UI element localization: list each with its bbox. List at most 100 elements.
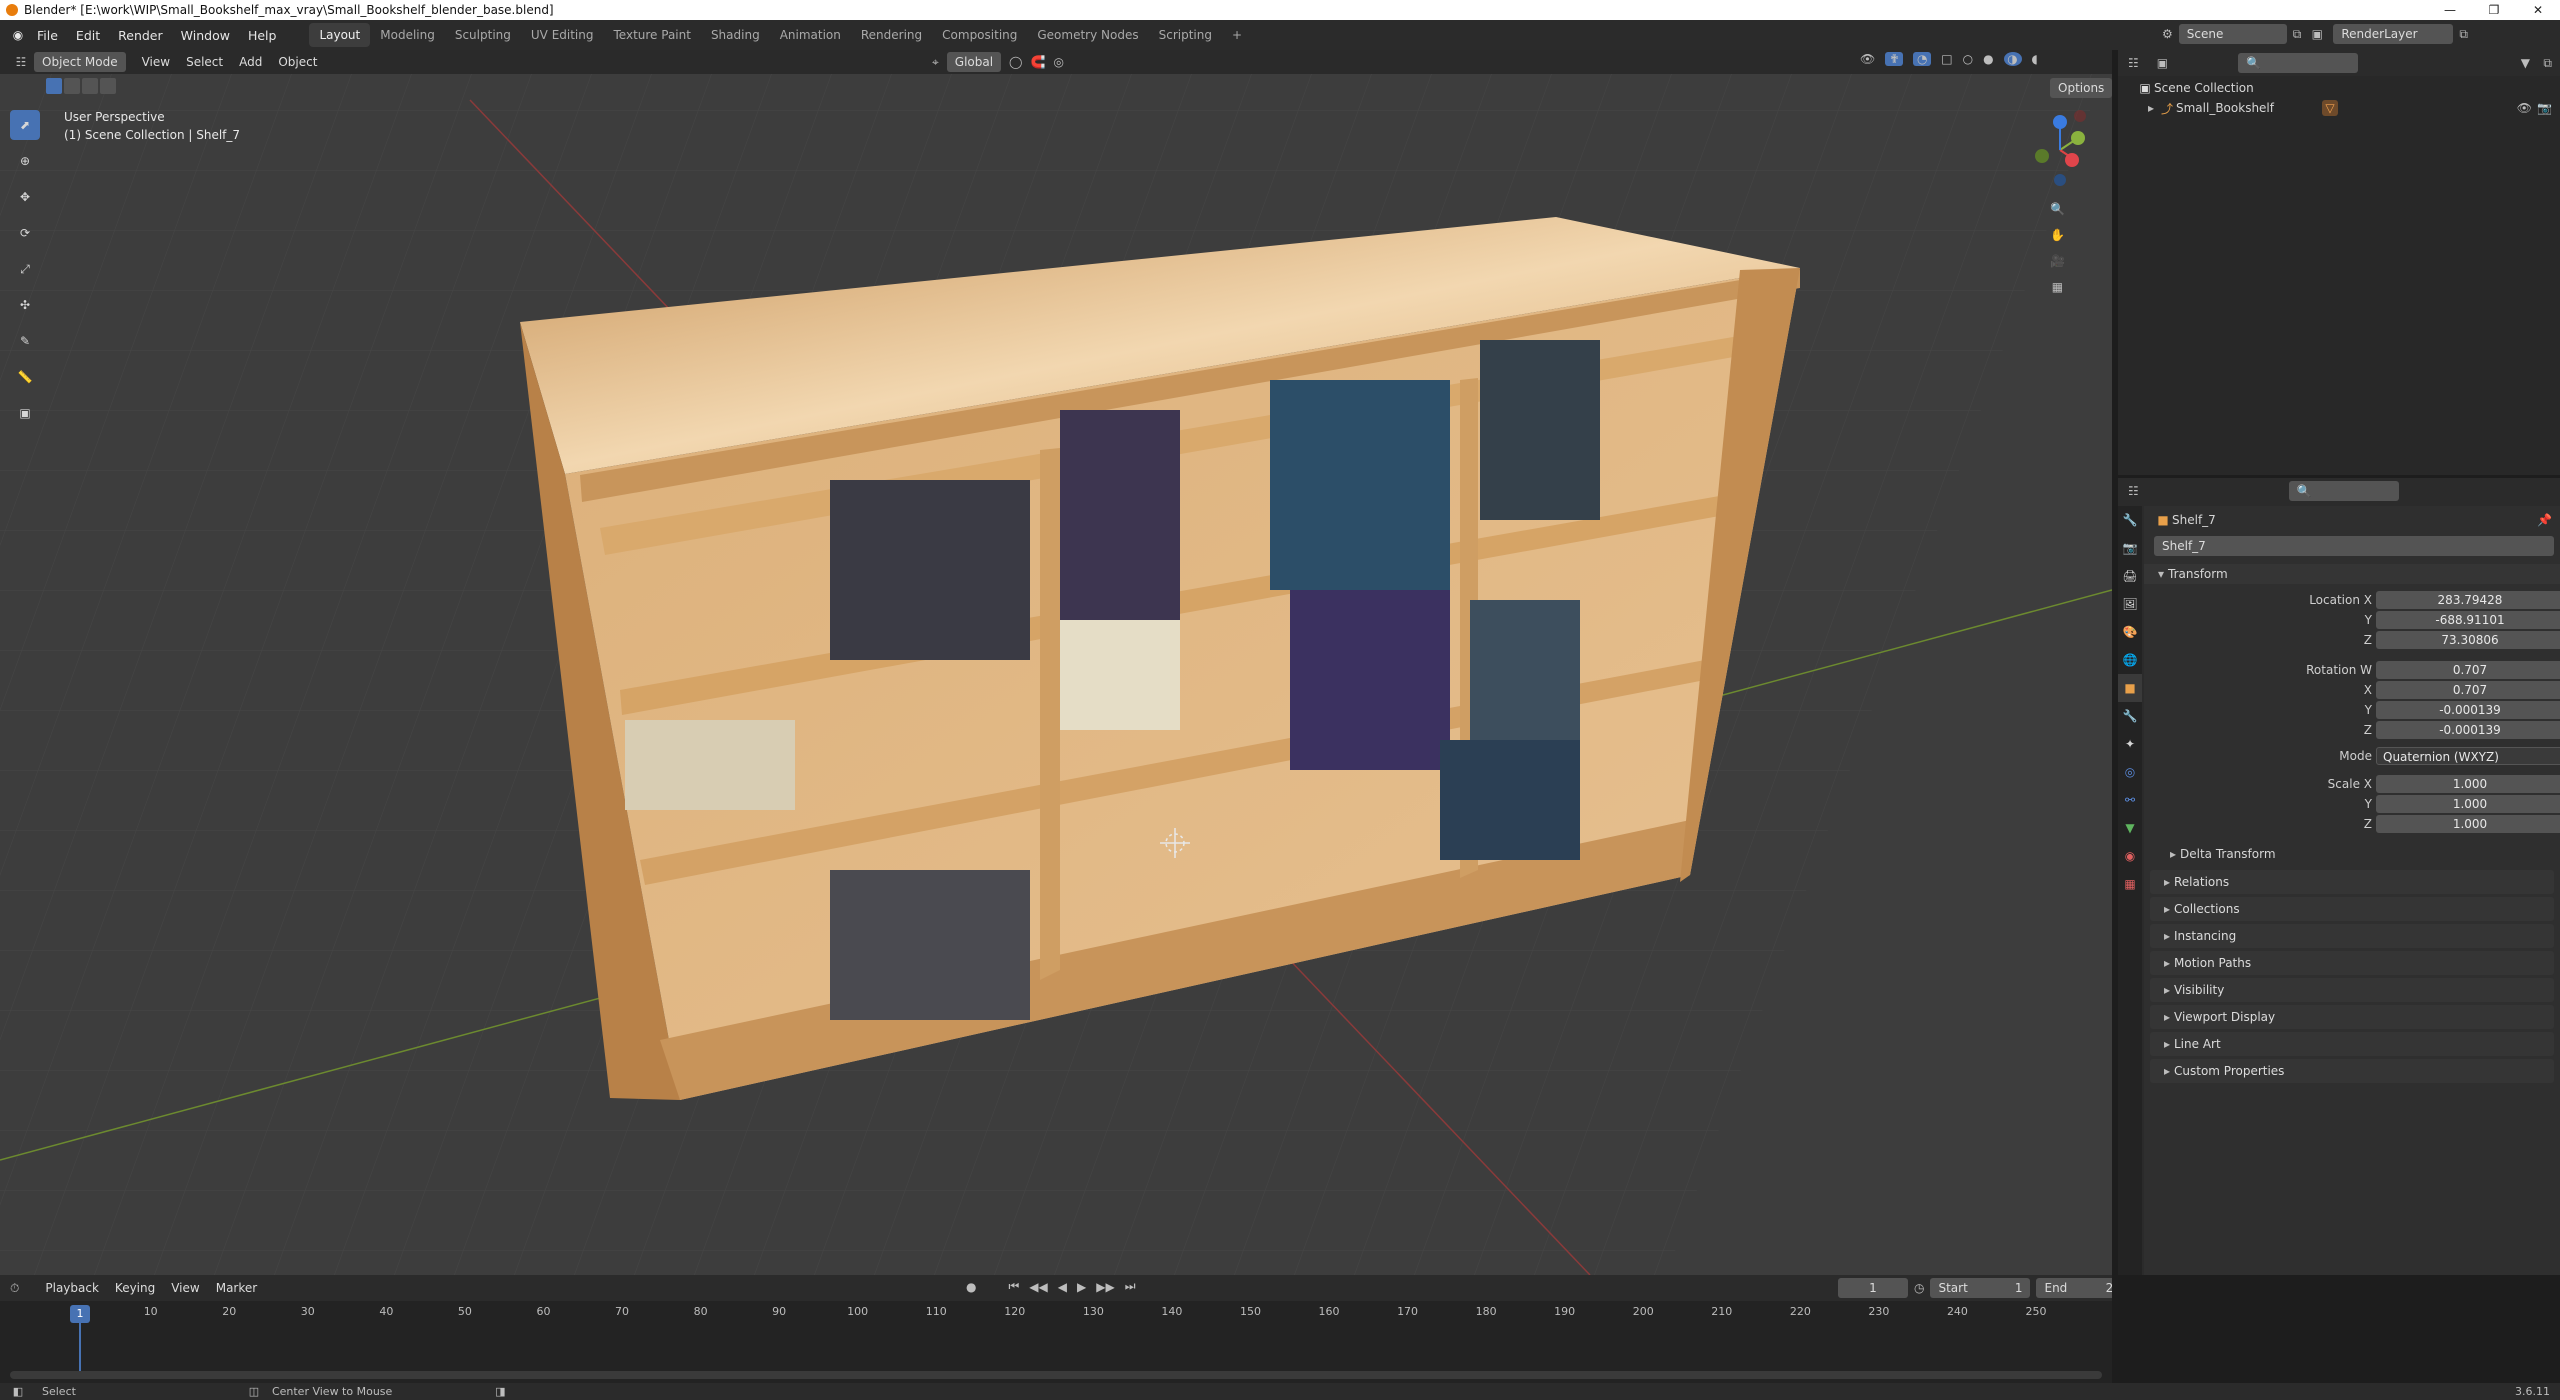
world-tab-icon[interactable]: 🌐 <box>2118 646 2142 674</box>
outliner-item-small-bookshelf[interactable]: ▸ ⤴ Small_Bookshelf ▽ 👁 📷 <box>2118 98 2560 118</box>
panel-relations[interactable]: ▸ Relations <box>2150 870 2554 894</box>
expand-arrow-icon[interactable]: ▸ <box>2166 847 2180 861</box>
timeline-editor-icon[interactable]: ⏱ <box>10 1281 19 1296</box>
rotation-x-field[interactable]: 0.707 <box>2376 681 2560 699</box>
close-icon[interactable]: ✕ <box>2516 0 2560 20</box>
select-invert-icon[interactable] <box>100 78 116 94</box>
panel-instancing[interactable]: ▸ Instancing <box>2150 924 2554 948</box>
playhead-marker[interactable]: 1 <box>70 1305 90 1323</box>
menu-object[interactable]: Object <box>270 52 325 72</box>
panel-line-art[interactable]: ▸ Line Art <box>2150 1032 2554 1056</box>
render-layer-icon[interactable]: ▣ <box>2307 27 2327 41</box>
select-subtract-icon[interactable] <box>82 78 98 94</box>
tab-layout[interactable]: Layout <box>309 23 371 47</box>
render-layer-selector[interactable]: RenderLayer <box>2333 24 2454 44</box>
rotation-w-field[interactable]: 0.707 <box>2376 661 2560 679</box>
prev-keyframe-icon[interactable]: ◀◀ <box>1029 1280 1047 1294</box>
minimize-icon[interactable]: — <box>2428 0 2472 20</box>
new-collection-icon[interactable]: ⧉ <box>2543 56 2552 71</box>
frame-ruler[interactable]: 1102030405060708090100110120130140150160… <box>0 1305 2112 1325</box>
pivot-icon[interactable]: ◯ <box>1009 55 1022 69</box>
tool-tab-icon[interactable]: 🔧 <box>2118 506 2142 534</box>
tab-shading[interactable]: Shading <box>701 23 770 47</box>
particles-tab-icon[interactable]: ✦ <box>2118 730 2142 758</box>
snap-icon[interactable]: 🧲 <box>1030 55 1045 69</box>
object-name-field[interactable]: Shelf_7 <box>2154 536 2554 556</box>
timeline-scrollbar[interactable] <box>10 1371 2102 1379</box>
rendered-shading-icon[interactable]: ◖ <box>2032 52 2038 66</box>
outliner-search-input[interactable]: 🔍 <box>2238 53 2359 73</box>
clock-icon[interactable]: ◷ <box>1914 1281 1924 1295</box>
data-tab-icon[interactable]: ▼ <box>2118 814 2142 842</box>
editor-type-icon[interactable]: ☷ <box>8 55 34 69</box>
3d-viewport[interactable]: ☷ Object Mode View Select Add Object ⌖ G… <box>0 50 2112 1275</box>
navigation-gizmo[interactable]: 🔍 ✋ 🎥 ▦ <box>2016 110 2096 360</box>
constraints-tab-icon[interactable]: ⚯ <box>2118 786 2142 814</box>
scene-icon[interactable]: ⚙ <box>2162 27 2173 41</box>
render-camera-icon[interactable]: 📷 <box>2537 101 2552 115</box>
pin-icon[interactable]: 📌 <box>2537 513 2552 527</box>
transform-panel-header[interactable]: ▾ Transform <box>2144 564 2560 584</box>
rotate-tool-icon[interactable]: ⟳ <box>10 218 40 248</box>
zoom-icon[interactable]: 🔍 <box>2050 202 2065 216</box>
physics-tab-icon[interactable]: ◎ <box>2118 758 2142 786</box>
scene-selector[interactable]: Scene <box>2178 24 2287 44</box>
select-new-icon[interactable] <box>46 78 62 94</box>
menu-playback[interactable]: Playback <box>37 1278 107 1298</box>
tab-animation[interactable]: Animation <box>770 23 851 47</box>
menu-select[interactable]: Select <box>178 52 231 72</box>
texture-tab-icon[interactable]: ▦ <box>2118 870 2142 898</box>
next-keyframe-icon[interactable]: ▶▶ <box>1096 1280 1114 1294</box>
new-scene-icon[interactable]: ⧉ <box>2293 27 2302 42</box>
panel-viewport-display[interactable]: ▸ Viewport Display <box>2150 1005 2554 1029</box>
menu-keying[interactable]: Keying <box>107 1278 163 1298</box>
play-reverse-icon[interactable]: ◀ <box>1058 1280 1067 1294</box>
eye-icon[interactable]: 👁 <box>2517 101 2532 115</box>
view-layer-tab-icon[interactable]: 🖼 <box>2118 590 2142 618</box>
rotation-y-field[interactable]: -0.000139 <box>2376 701 2560 719</box>
proportional-edit-icon[interactable]: ◎ <box>1053 55 1063 69</box>
current-frame-field[interactable]: 1 <box>1838 1278 1908 1298</box>
orientation-dropdown[interactable]: Global <box>946 52 1002 72</box>
delta-transform-subpanel[interactable]: ▸ Delta Transform <box>2144 844 2560 864</box>
location-y-field[interactable]: -688.91101 <box>2376 611 2560 629</box>
output-tab-icon[interactable]: 🖨 <box>2118 562 2142 590</box>
select-box-tool-icon[interactable]: ⬈ <box>10 110 40 140</box>
panel-collections[interactable]: ▸ Collections <box>2150 897 2554 921</box>
tab-sculpting[interactable]: Sculpting <box>445 23 521 47</box>
jump-start-icon[interactable]: ⏮ <box>1008 1279 1019 1294</box>
end-frame-field[interactable]: End 250 <box>2036 1278 2112 1298</box>
restore-icon[interactable]: ❐ <box>2472 0 2516 20</box>
select-extend-icon[interactable] <box>64 78 80 94</box>
transform-tool-icon[interactable]: ✣ <box>10 290 40 320</box>
add-workspace-icon[interactable]: + <box>1222 23 1252 47</box>
options-dropdown[interactable]: Options <box>2050 78 2112 98</box>
camera-view-icon[interactable]: 🎥 <box>2050 254 2065 268</box>
pan-hand-icon[interactable]: ✋ <box>2050 228 2065 242</box>
measure-tool-icon[interactable]: 📏 <box>10 362 40 392</box>
visibility-icon[interactable]: 👁 <box>1860 52 1875 66</box>
properties-search-input[interactable]: 🔍 <box>2288 481 2399 501</box>
xray-icon[interactable]: □ <box>1941 52 1952 66</box>
scene-tab-icon[interactable]: 🎨 <box>2118 618 2142 646</box>
modifier-tab-icon[interactable]: 🔧 <box>2118 702 2142 730</box>
outliner-editor-icon[interactable]: ☷ <box>2128 56 2139 70</box>
filter-icon[interactable]: ▼ <box>2521 56 2530 70</box>
tab-scripting[interactable]: Scripting <box>1149 23 1222 47</box>
tab-modeling[interactable]: Modeling <box>370 23 445 47</box>
menu-add[interactable]: Add <box>231 52 270 72</box>
scale-z-field[interactable]: 1.000 <box>2376 815 2560 833</box>
menu-marker[interactable]: Marker <box>208 1278 265 1298</box>
render-tab-icon[interactable]: 📷 <box>2118 534 2142 562</box>
wireframe-shading-icon[interactable]: ○ <box>1963 52 1973 66</box>
transform-orientation-icon[interactable]: ⌖ <box>932 55 939 70</box>
new-layer-icon[interactable]: ⧉ <box>2459 27 2468 42</box>
menu-view[interactable]: View <box>134 52 178 72</box>
panel-custom-properties[interactable]: ▸ Custom Properties <box>2150 1059 2554 1083</box>
start-frame-field[interactable]: Start 1 <box>1930 1278 2031 1298</box>
panel-visibility[interactable]: ▸ Visibility <box>2150 978 2554 1002</box>
tab-texture-paint[interactable]: Texture Paint <box>604 23 701 47</box>
tab-compositing[interactable]: Compositing <box>932 23 1027 47</box>
menu-render[interactable]: Render <box>109 28 172 43</box>
overlay-toggle-icon[interactable]: ◔ <box>1913 52 1932 66</box>
